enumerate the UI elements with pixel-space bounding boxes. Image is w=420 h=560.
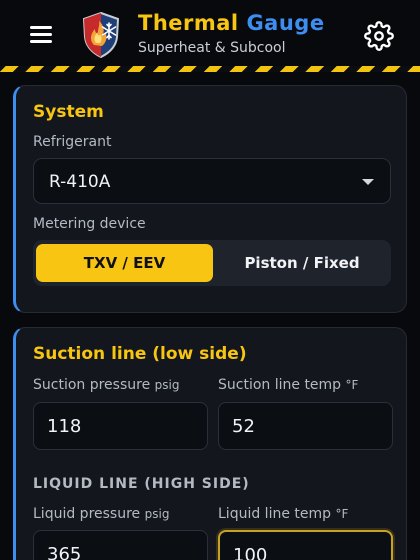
suction-pressure-label: Suction pressure psig (33, 377, 179, 393)
liquid-pressure-label-text: Liquid pressure (33, 506, 141, 522)
liquid-pressure-value: 365 (47, 544, 82, 560)
refrigerant-label: Refrigerant (33, 134, 112, 150)
liquid-temp-input[interactable]: 100 (218, 530, 393, 560)
hamburger-menu-icon[interactable] (30, 26, 52, 44)
suction-pressure-value: 118 (47, 416, 82, 437)
metering-device-toggle: TXV / EEV Piston / Fixed (33, 240, 391, 286)
refrigerant-select[interactable]: R-410A (33, 158, 391, 204)
app-title: Thermal Gauge (138, 11, 325, 35)
metering-option-txv[interactable]: TXV / EEV (36, 244, 213, 282)
suction-card-title: Suction line (low side) (33, 344, 247, 364)
app-subtitle: Superheat & Subcool (138, 40, 286, 56)
system-card-title: System (33, 102, 104, 122)
liquid-line-heading: LIQUID LINE (HIGH SIDE) (33, 476, 250, 492)
suction-line-card: Suction line (low side) Suction pressure… (13, 327, 407, 560)
metering-device-label: Metering device (33, 216, 146, 232)
suction-temp-unit: °F (345, 378, 359, 392)
metering-option-piston[interactable]: Piston / Fixed (216, 244, 388, 282)
liquid-pressure-label: Liquid pressure psig (33, 506, 169, 522)
app-title-secondary: Gauge (246, 11, 325, 35)
suction-pressure-label-text: Suction pressure (33, 377, 151, 393)
liquid-pressure-unit: psig (144, 507, 170, 521)
refrigerant-value: R-410A (49, 172, 111, 192)
app-header: Thermal Gauge Superheat & Subcool (0, 0, 420, 66)
liquid-pressure-input[interactable]: 365 (33, 530, 208, 560)
hazard-stripe-divider (0, 66, 420, 72)
app-logo-icon (82, 12, 120, 58)
chevron-down-icon (362, 179, 374, 185)
suction-temp-input[interactable]: 52 (218, 402, 393, 450)
suction-temp-label: Suction line temp °F (218, 377, 358, 393)
app-title-primary: Thermal (138, 11, 239, 35)
suction-pressure-unit: psig (154, 378, 180, 392)
suction-temp-label-text: Suction line temp (218, 377, 342, 393)
gear-icon[interactable] (364, 21, 394, 51)
liquid-temp-label: Liquid line temp °F (218, 506, 348, 522)
system-card: System Refrigerant R-410A Metering devic… (13, 85, 407, 313)
liquid-temp-unit: °F (335, 507, 349, 521)
suction-temp-value: 52 (232, 416, 255, 437)
liquid-temp-value: 100 (233, 545, 268, 560)
suction-pressure-input[interactable]: 118 (33, 402, 208, 450)
liquid-temp-label-text: Liquid line temp (218, 506, 332, 522)
